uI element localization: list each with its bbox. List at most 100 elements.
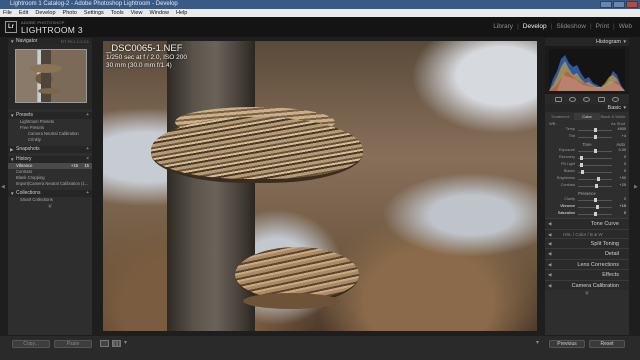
navigator-header[interactable]: ▼ Navigator FIT FILL 1:1 3:1 [8, 38, 92, 45]
slider-value[interactable]: 0 [624, 211, 626, 216]
slider-knob[interactable] [580, 156, 583, 160]
slider-track[interactable] [578, 135, 612, 139]
before-after-view-icon[interactable] [112, 340, 121, 347]
menu-settings[interactable]: Settings [84, 9, 104, 17]
module-develop[interactable]: Develop [523, 23, 547, 30]
slider-track[interactable] [578, 163, 612, 167]
add-preset-icon[interactable]: + [86, 112, 89, 119]
tint-slider[interactable]: Tint +4 [545, 134, 629, 141]
slider-knob[interactable] [581, 170, 584, 174]
slider-knob[interactable] [597, 177, 600, 181]
slider-value[interactable]: +50 [620, 176, 626, 181]
copy-button[interactable]: Copy... [12, 340, 50, 348]
treatment-black-white[interactable]: Black & White [600, 113, 626, 120]
collection-set[interactable]: Smart Collections [8, 197, 92, 203]
histogram-graph[interactable] [545, 46, 629, 94]
red-eye-icon[interactable] [583, 96, 591, 102]
slider-knob[interactable] [596, 205, 599, 209]
spot-removal-icon[interactable] [569, 96, 577, 102]
slider-value[interactable]: 0.00 [619, 148, 626, 153]
history-step[interactable]: Import(Camera Neutral Calibration (1... [8, 181, 92, 187]
module-print[interactable]: Print [596, 23, 609, 30]
contrast-slider[interactable]: Contrast +25 [545, 183, 629, 190]
navigator-thumbnail[interactable] [15, 49, 87, 103]
menu-view[interactable]: View [131, 9, 143, 17]
menu-develop[interactable]: Develop [35, 9, 55, 17]
previous-button[interactable]: Previous [549, 340, 585, 348]
slider-track[interactable] [578, 156, 612, 160]
slider-value[interactable]: +15 [620, 204, 626, 209]
hsl-panel[interactable]: ◀ HSL / Color / B & W [545, 228, 629, 238]
slider-value[interactable]: 4900 [618, 127, 626, 132]
split-toning-panel[interactable]: ◀ Split Toning [545, 237, 629, 248]
tone-curve-panel[interactable]: ◀ Tone Curve [545, 218, 629, 229]
maximize-button[interactable] [613, 1, 625, 8]
slider-value[interactable]: +25 [620, 183, 626, 188]
collections-header[interactable]: ▼ Collections + [8, 190, 92, 197]
menu-edit[interactable]: Edit [19, 9, 28, 17]
slider-value[interactable]: 0 [624, 162, 626, 167]
slider-knob[interactable] [594, 128, 597, 132]
toolbar-menu-arrow-icon[interactable]: ▾ [124, 339, 127, 346]
minimize-button[interactable] [600, 1, 612, 8]
menu-file[interactable]: File [3, 9, 12, 17]
detail-panel[interactable]: ◀ Detail [545, 248, 629, 259]
camera-calibration-panel[interactable]: ◀ Camera Calibration [545, 279, 629, 290]
lens-corrections-panel[interactable]: ◀ Lens Corrections [545, 258, 629, 269]
slider-value[interactable]: +4 [622, 134, 626, 139]
zoom-options[interactable]: FIT FILL 1:1 3:1 [61, 38, 89, 45]
vibrance-slider[interactable]: Vibrance +15 [545, 204, 629, 211]
presets-header[interactable]: ▼ Presets + [8, 112, 92, 119]
slider-value[interactable]: 5 [624, 169, 626, 174]
slider-track[interactable] [578, 212, 612, 216]
slider-track[interactable] [578, 177, 612, 181]
slider-track[interactable] [578, 149, 612, 153]
graduated-filter-icon[interactable] [597, 96, 605, 102]
navigator-preview[interactable] [8, 45, 92, 109]
preset-item[interactable]: Crinkly [8, 137, 92, 143]
toolbar-menu-arrow-icon[interactable]: ▾ [536, 339, 539, 346]
add-collection-icon[interactable]: + [86, 190, 89, 197]
effects-panel[interactable]: ◀ Effects [545, 269, 629, 280]
slider-track[interactable] [578, 184, 612, 188]
module-web[interactable]: Web [619, 23, 632, 30]
crop-tool-icon[interactable] [554, 96, 562, 102]
slider-knob[interactable] [594, 198, 597, 202]
snapshots-header[interactable]: ▶ Snapshots + [8, 146, 92, 153]
slider-track[interactable] [578, 198, 612, 202]
left-panel-toggle-icon[interactable]: ◀ [1, 184, 5, 190]
add-snapshot-icon[interactable]: + [86, 146, 89, 153]
slider-value[interactable]: 0 [624, 155, 626, 160]
module-slideshow[interactable]: Slideshow [556, 23, 586, 30]
slider-track[interactable] [578, 128, 612, 132]
photo-canvas[interactable] [103, 41, 537, 331]
basic-header[interactable]: Basic ▼ [545, 104, 629, 112]
treatment-color[interactable]: Color [574, 113, 600, 120]
blacks-slider[interactable]: Blacks 5 [545, 169, 629, 176]
fill-light-slider[interactable]: Fill Light 0 [545, 162, 629, 169]
clear-history-icon[interactable]: × [86, 156, 89, 163]
slider-knob[interactable] [595, 184, 598, 188]
temp-slider[interactable]: Temp 4900 [545, 127, 629, 134]
history-header[interactable]: ▼ History × [8, 156, 92, 163]
slider-track[interactable] [578, 205, 612, 209]
slider-knob[interactable] [594, 212, 597, 216]
slider-value[interactable]: 0 [624, 197, 626, 202]
right-panel-toggle-icon[interactable]: ▶ [634, 184, 638, 190]
menu-window[interactable]: Window [149, 9, 169, 17]
slider-knob[interactable] [594, 149, 597, 153]
saturation-slider[interactable]: Saturation 0 [545, 211, 629, 218]
paste-button[interactable]: Paste [54, 340, 92, 348]
menu-photo[interactable]: Photo [63, 9, 77, 17]
exposure-slider[interactable]: Exposure 0.00 [545, 148, 629, 155]
histogram-header[interactable]: Histogram ▼ [545, 38, 629, 46]
module-library[interactable]: Library [493, 23, 513, 30]
menu-tools[interactable]: Tools [111, 9, 124, 17]
loupe-view-icon[interactable] [100, 340, 109, 347]
reset-button[interactable]: Reset [589, 340, 625, 348]
recovery-slider[interactable]: Recovery 0 [545, 155, 629, 162]
menu-help[interactable]: Help [176, 9, 187, 17]
slider-knob[interactable] [580, 163, 583, 167]
clarity-slider[interactable]: Clarity 0 [545, 197, 629, 204]
slider-knob[interactable] [594, 135, 597, 139]
